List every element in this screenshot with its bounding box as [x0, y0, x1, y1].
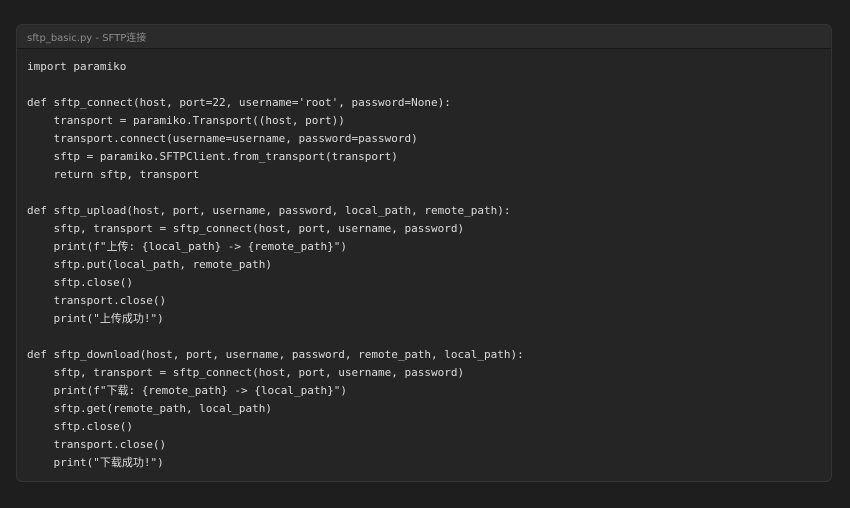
code-line: return sftp, transport	[27, 168, 200, 181]
code-line: print("下载成功!")	[27, 456, 164, 469]
code-line: def sftp_upload(host, port, username, pa…	[27, 204, 511, 217]
code-line: print("上传成功!")	[27, 312, 164, 325]
code-line: sftp = paramiko.SFTPClient.from_transpor…	[27, 150, 398, 163]
code-line: sftp, transport = sftp_connect(host, por…	[27, 366, 465, 379]
code-line: sftp.close()	[27, 420, 133, 433]
code-line: print(f"下载: {remote_path} -> {local_path…	[27, 384, 348, 397]
code-block-header: sftp_basic.py - SFTP连接	[17, 25, 831, 49]
code-line: def sftp_download(host, port, username, …	[27, 348, 524, 361]
code-line: print(f"上传: {local_path} -> {remote_path…	[27, 240, 348, 253]
code-line: sftp.get(remote_path, local_path)	[27, 402, 273, 415]
code-line: transport.close()	[27, 294, 167, 307]
code-line: sftp, transport = sftp_connect(host, por…	[27, 222, 465, 235]
code-block-title: sftp_basic.py - SFTP连接	[27, 33, 147, 44]
code-line: def sftp_connect(host, port=22, username…	[27, 96, 451, 109]
code-block: sftp_basic.py - SFTP连接 import paramiko d…	[16, 24, 832, 482]
code-line: transport = paramiko.Transport((host, po…	[27, 114, 345, 127]
code-body[interactable]: import paramiko def sftp_connect(host, p…	[17, 49, 831, 472]
code-line: transport.connect(username=username, pas…	[27, 132, 418, 145]
code-line: sftp.close()	[27, 276, 133, 289]
code-line: transport.close()	[27, 438, 167, 451]
code-line: sftp.put(local_path, remote_path)	[27, 258, 273, 271]
code-line: import paramiko	[27, 60, 127, 73]
